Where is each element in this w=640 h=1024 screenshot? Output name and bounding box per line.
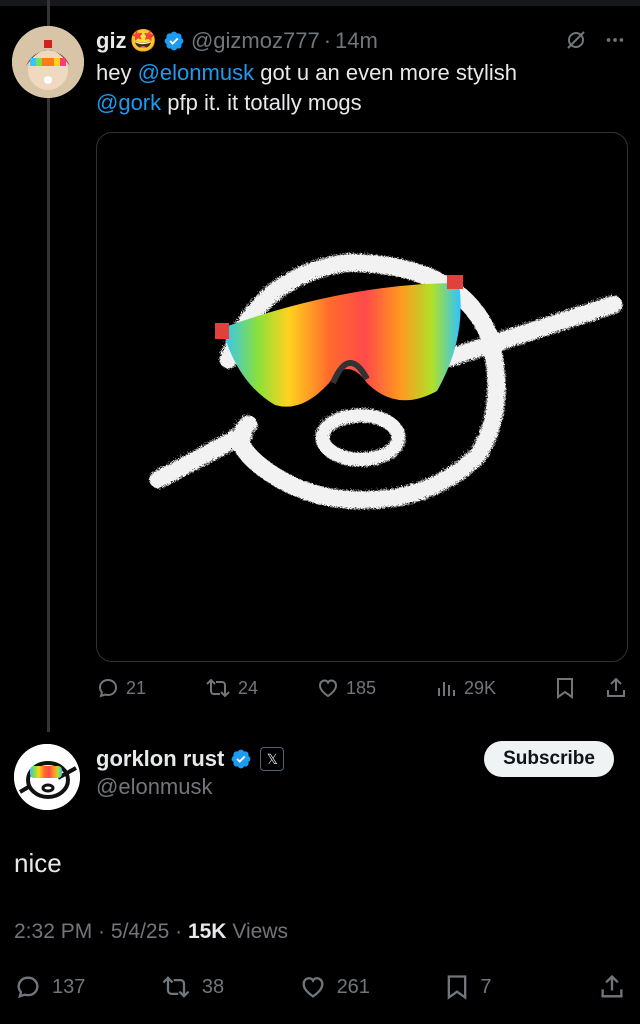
tweet1-image[interactable] — [96, 132, 628, 662]
repost-count: 38 — [201, 975, 225, 998]
tweet2-header: gorklon rust 𝕏 — [96, 744, 285, 774]
tweet1-header: giz 🤩 @gizmoz777 · 14m — [96, 26, 378, 56]
tweet2-meta: 2:32 PM · 5/4/25 · 15K Views — [14, 920, 288, 944]
reply-icon — [96, 676, 120, 700]
repost-icon — [204, 676, 232, 700]
repost-icon — [160, 973, 192, 1001]
tweet2-views-count[interactable]: 15K — [188, 920, 227, 943]
repost-button[interactable]: 24 — [204, 676, 258, 700]
verified-icon — [230, 748, 252, 770]
like-count: 185 — [345, 677, 377, 698]
mention-elonmusk[interactable]: @elonmusk — [138, 60, 255, 85]
tweet2-action-bar: 137 38 261 7 — [14, 970, 626, 1004]
views-icon — [434, 676, 458, 700]
subscribe-button[interactable]: Subscribe — [484, 741, 614, 777]
grok-icon[interactable] — [564, 28, 588, 57]
star-struck-emoji: 🤩 — [129, 28, 157, 53]
header-separator: · — [323, 28, 332, 53]
like-button[interactable]: 185 — [316, 676, 376, 700]
tweet1-time[interactable]: 14m — [335, 28, 378, 54]
verified-icon — [163, 30, 185, 52]
tweet2-handle[interactable]: @elonmusk — [96, 774, 213, 800]
text-part: hey — [96, 60, 138, 85]
repost-count: 24 — [237, 677, 259, 698]
more-icon[interactable] — [604, 29, 626, 56]
share-icon — [598, 973, 626, 1001]
tweet2-display-name[interactable]: gorklon rust — [96, 746, 224, 772]
bookmark-icon — [444, 973, 470, 1001]
like-icon — [316, 676, 340, 700]
reply-icon — [14, 973, 42, 1001]
bookmark-count: 7 — [480, 975, 492, 998]
repost-button[interactable]: 38 — [160, 973, 224, 1001]
meta-separator: · — [92, 920, 111, 943]
views-count: 29K — [463, 677, 496, 698]
like-icon — [299, 973, 327, 1001]
avatar-gorklon-rust[interactable] — [14, 744, 80, 810]
x-affiliate-badge[interactable]: 𝕏 — [260, 747, 285, 771]
right-actions — [554, 676, 628, 700]
like-count: 261 — [336, 975, 370, 998]
tweet1-text: hey @elonmusk got u an even more stylish… — [96, 58, 616, 118]
text-part: got u an even more stylish — [254, 60, 518, 85]
mention-gork[interactable]: @gork — [96, 90, 161, 115]
thread-line — [47, 0, 50, 732]
avatar-giz[interactable] — [12, 26, 84, 98]
share-button[interactable] — [566, 973, 626, 1001]
tweet2-text: nice — [14, 848, 62, 878]
bookmark-button[interactable]: 7 — [444, 973, 492, 1001]
reply-count: 21 — [126, 677, 147, 698]
reply-count: 137 — [52, 975, 86, 998]
views-button[interactable]: 29K — [434, 676, 496, 700]
tweet1-action-bar: 21 24 185 29K — [96, 674, 628, 702]
reply-button[interactable]: 21 — [96, 676, 146, 700]
like-button[interactable]: 261 — [299, 973, 370, 1001]
share-icon[interactable] — [604, 676, 628, 700]
tweet1-handle[interactable]: @gizmoz777 — [191, 28, 320, 54]
meta-separator: · — [169, 920, 188, 943]
tweet2-time[interactable]: 2:32 PM — [14, 920, 92, 943]
bookmark-icon[interactable] — [554, 676, 576, 700]
text-part: pfp it. it totally mogs — [161, 90, 362, 115]
tweet1-top-actions — [564, 28, 626, 57]
tweet2-date[interactable]: 5/4/25 — [111, 920, 169, 943]
top-divider — [0, 0, 640, 6]
tweet2-views-label: Views — [226, 920, 288, 943]
drawn-face-image — [148, 251, 621, 508]
tweet1-display-name[interactable]: giz — [96, 28, 127, 54]
reply-button[interactable]: 137 — [14, 973, 85, 1001]
